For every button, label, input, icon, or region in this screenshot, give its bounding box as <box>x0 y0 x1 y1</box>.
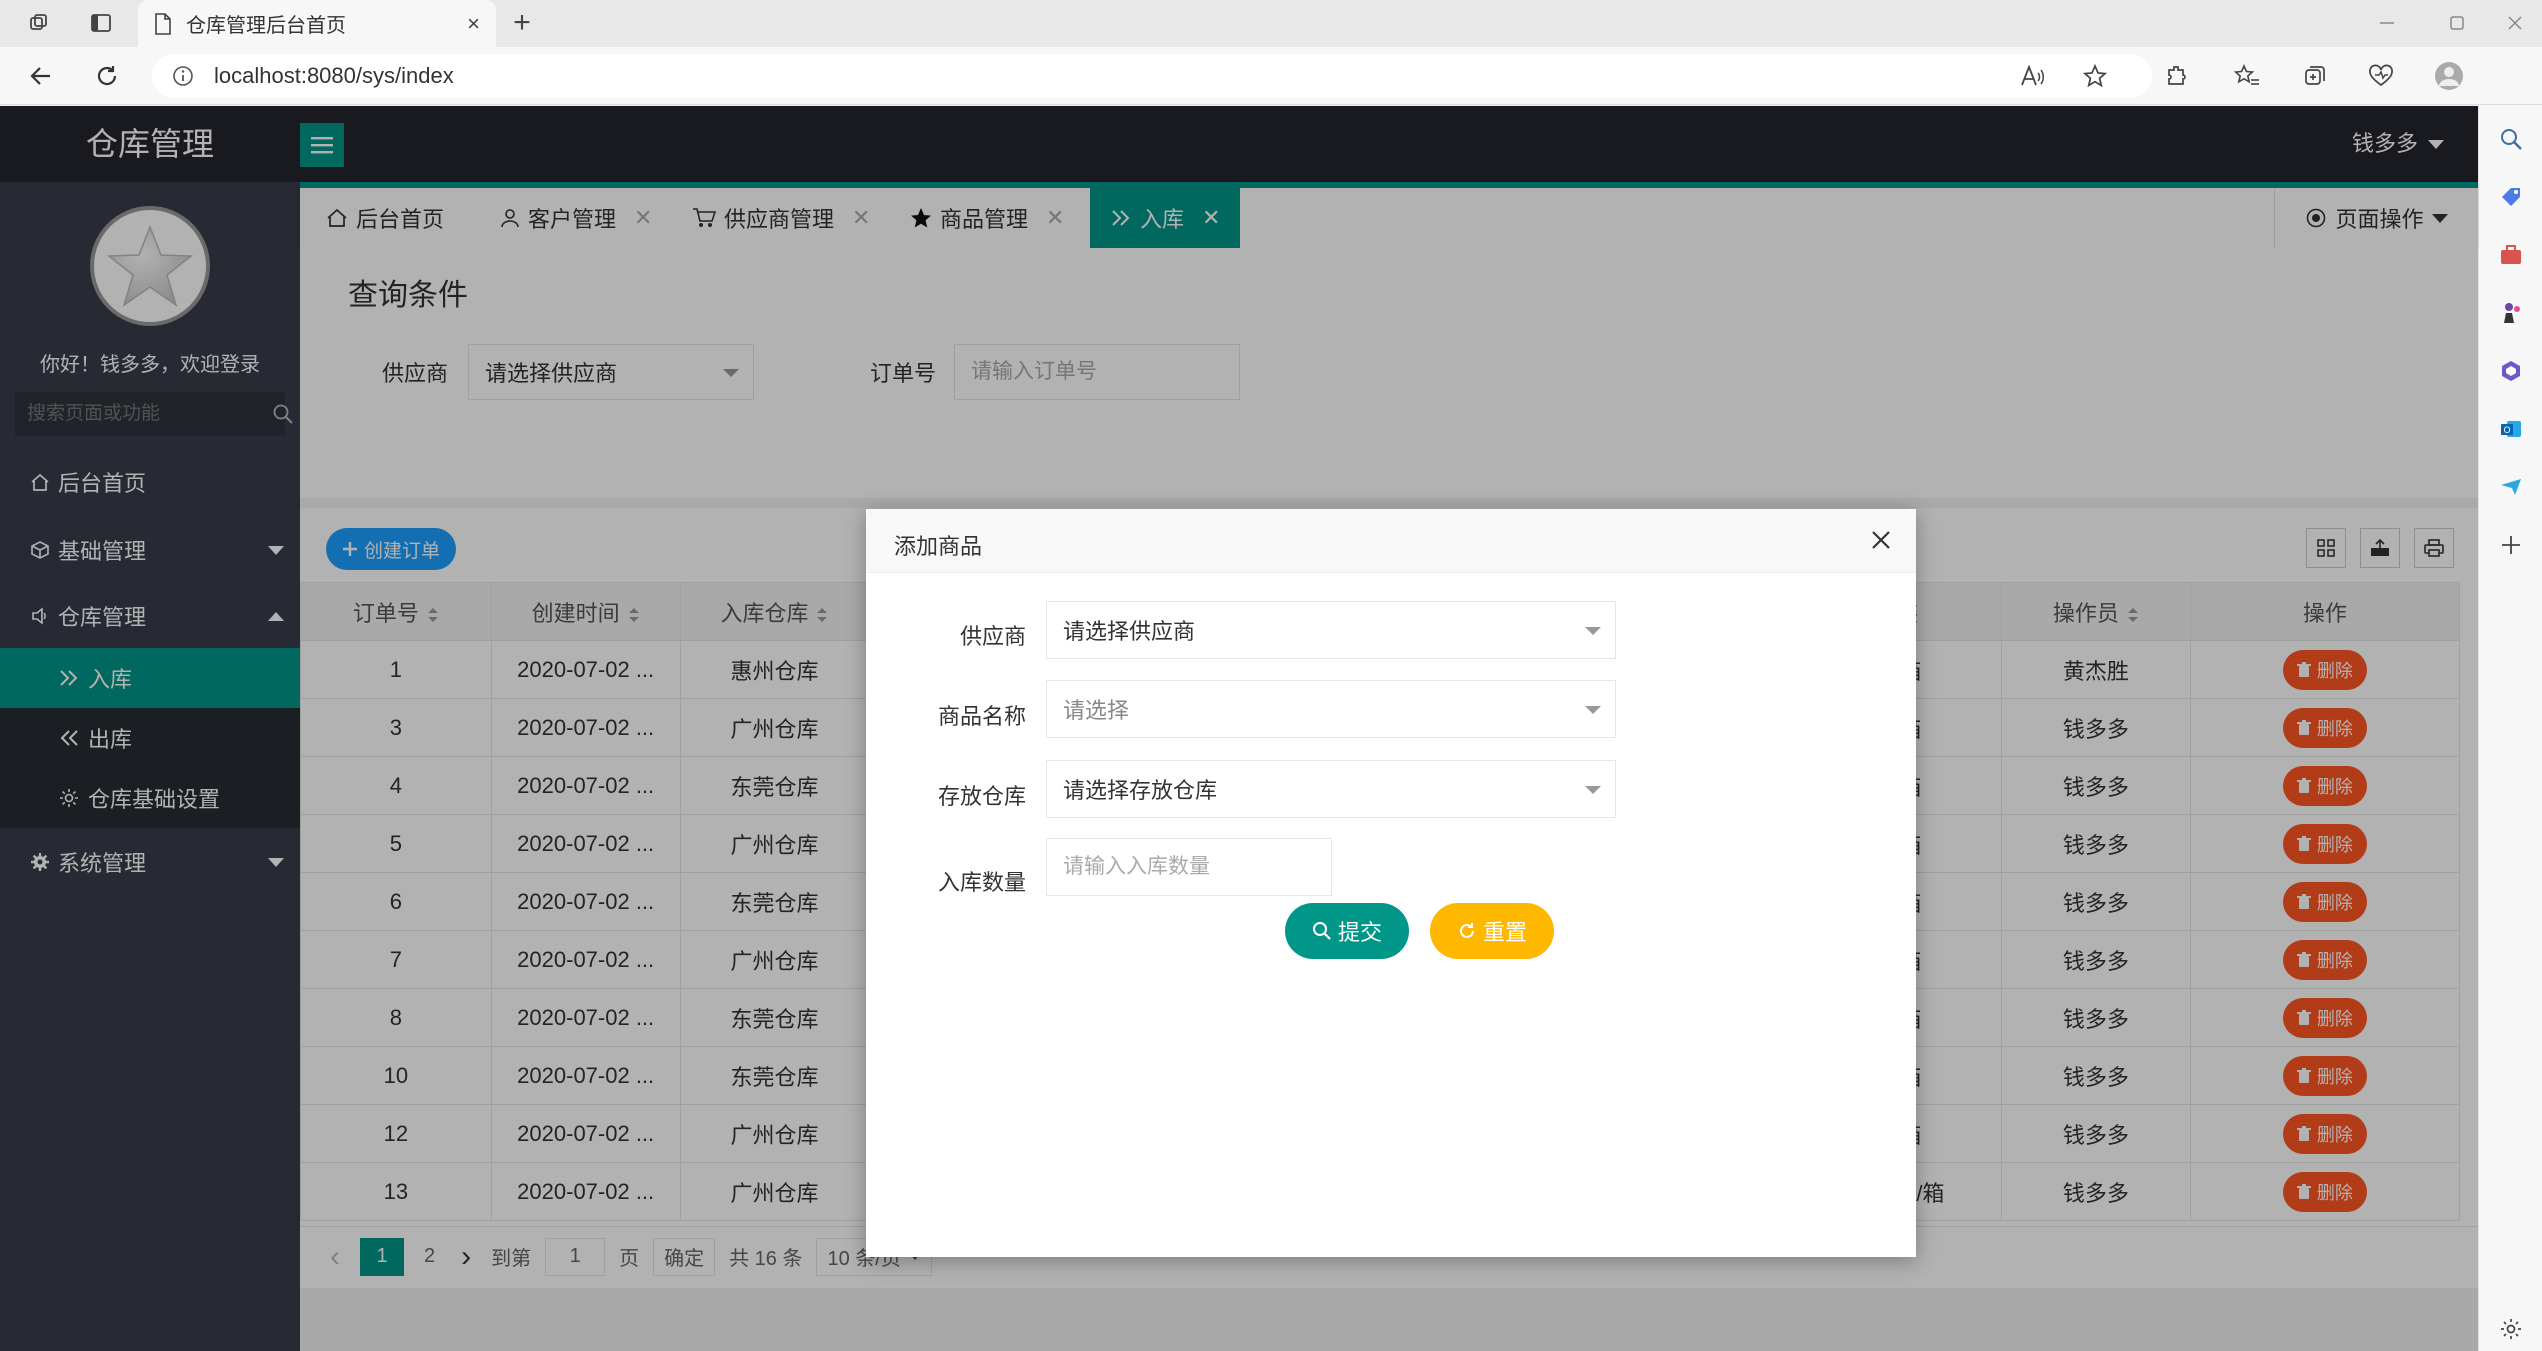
goods-name-select[interactable]: 请选择 <box>1046 680 1616 738</box>
address-bar-row: localhost:8080/sys/index <box>0 47 2542 105</box>
favorites-list-icon[interactable] <box>2232 61 2262 91</box>
dialog-close-button[interactable] <box>1866 525 1896 555</box>
add-goods-dialog: 添加商品 供应商 请选择供应商 商品名称 请选择 存放仓库 请选择存放仓库 入库… <box>866 509 1916 1257</box>
app-root: 仓库管理 钱多多 你好！钱多多，欢迎登录 后台首页 <box>0 106 2478 1351</box>
reset-label: 重置 <box>1482 920 1527 945</box>
send-drop-icon[interactable] <box>2497 473 2525 501</box>
collections-icon[interactable] <box>2300 61 2330 91</box>
extensions-icon[interactable] <box>2162 61 2192 91</box>
browser-tabstrip: 仓库管理后台首页 × + <box>0 0 2542 47</box>
minimize-icon[interactable] <box>2372 10 2402 36</box>
add-sidebar-app-icon[interactable] <box>2497 531 2525 559</box>
browser-tab[interactable]: 仓库管理后台首页 × <box>138 0 496 47</box>
outlook-icon[interactable]: O <box>2497 415 2525 443</box>
refresh-icon[interactable] <box>92 61 122 91</box>
restore-icon[interactable] <box>2442 10 2472 36</box>
performance-icon[interactable] <box>2366 61 2396 91</box>
quantity-label: 入库数量 <box>937 870 1026 895</box>
new-tab-button[interactable]: + <box>506 8 538 40</box>
close-window-icon[interactable] <box>2500 10 2530 36</box>
quantity-input[interactable] <box>1046 838 1332 896</box>
browser-tab-close-icon[interactable]: × <box>467 11 480 37</box>
sidebar-settings-icon[interactable] <box>2497 1315 2525 1343</box>
shopping-tag-icon[interactable] <box>2497 183 2525 211</box>
refresh-icon <box>1457 921 1477 941</box>
profile-avatar-icon[interactable] <box>2434 61 2464 91</box>
url-text: localhost:8080/sys/index <box>214 63 454 88</box>
sidebar-search-icon[interactable] <box>2497 125 2525 153</box>
workspaces-icon[interactable] <box>26 10 52 36</box>
back-icon[interactable] <box>26 61 56 91</box>
dropdown-arrow-icon <box>1585 786 1601 794</box>
microsoft-365-icon[interactable] <box>2497 357 2525 385</box>
goods-select-value: 请选择 <box>1063 698 1130 723</box>
submit-label: 提交 <box>1337 920 1382 945</box>
warehouse-select-value: 请选择存放仓库 <box>1063 778 1218 803</box>
read-aloud-icon[interactable] <box>2018 61 2048 91</box>
supplier-select[interactable]: 请选择供应商 <box>1046 601 1616 659</box>
dropdown-arrow-icon <box>1585 706 1601 714</box>
goods-name-label: 商品名称 <box>937 704 1026 729</box>
supplier-label: 供应商 <box>959 624 1026 649</box>
vertical-tabs-icon[interactable] <box>88 10 114 36</box>
browser-tab-title: 仓库管理后台首页 <box>186 15 346 37</box>
favorite-star-icon[interactable] <box>2080 61 2110 91</box>
games-chess-icon[interactable] <box>2497 299 2525 327</box>
edge-sidebar: O <box>2478 105 2542 1351</box>
warehouse-label: 存放仓库 <box>937 784 1026 809</box>
page-file-icon <box>154 12 172 35</box>
dialog-header: 添加商品 <box>866 509 1916 573</box>
submit-button[interactable]: 提交 <box>1285 903 1409 959</box>
svg-text:O: O <box>2503 426 2510 436</box>
supplier-select-value: 请选择供应商 <box>1063 619 1196 644</box>
close-icon <box>1872 531 1890 549</box>
dialog-title: 添加商品 <box>894 534 983 559</box>
tools-briefcase-icon[interactable] <box>2497 241 2525 269</box>
site-info-icon[interactable] <box>172 65 194 87</box>
dropdown-arrow-icon <box>1585 627 1601 635</box>
reset-button[interactable]: 重置 <box>1430 903 1554 959</box>
warehouse-select[interactable]: 请选择存放仓库 <box>1046 760 1616 818</box>
url-bar[interactable]: localhost:8080/sys/index <box>152 54 2152 98</box>
search-icon <box>1312 921 1332 941</box>
